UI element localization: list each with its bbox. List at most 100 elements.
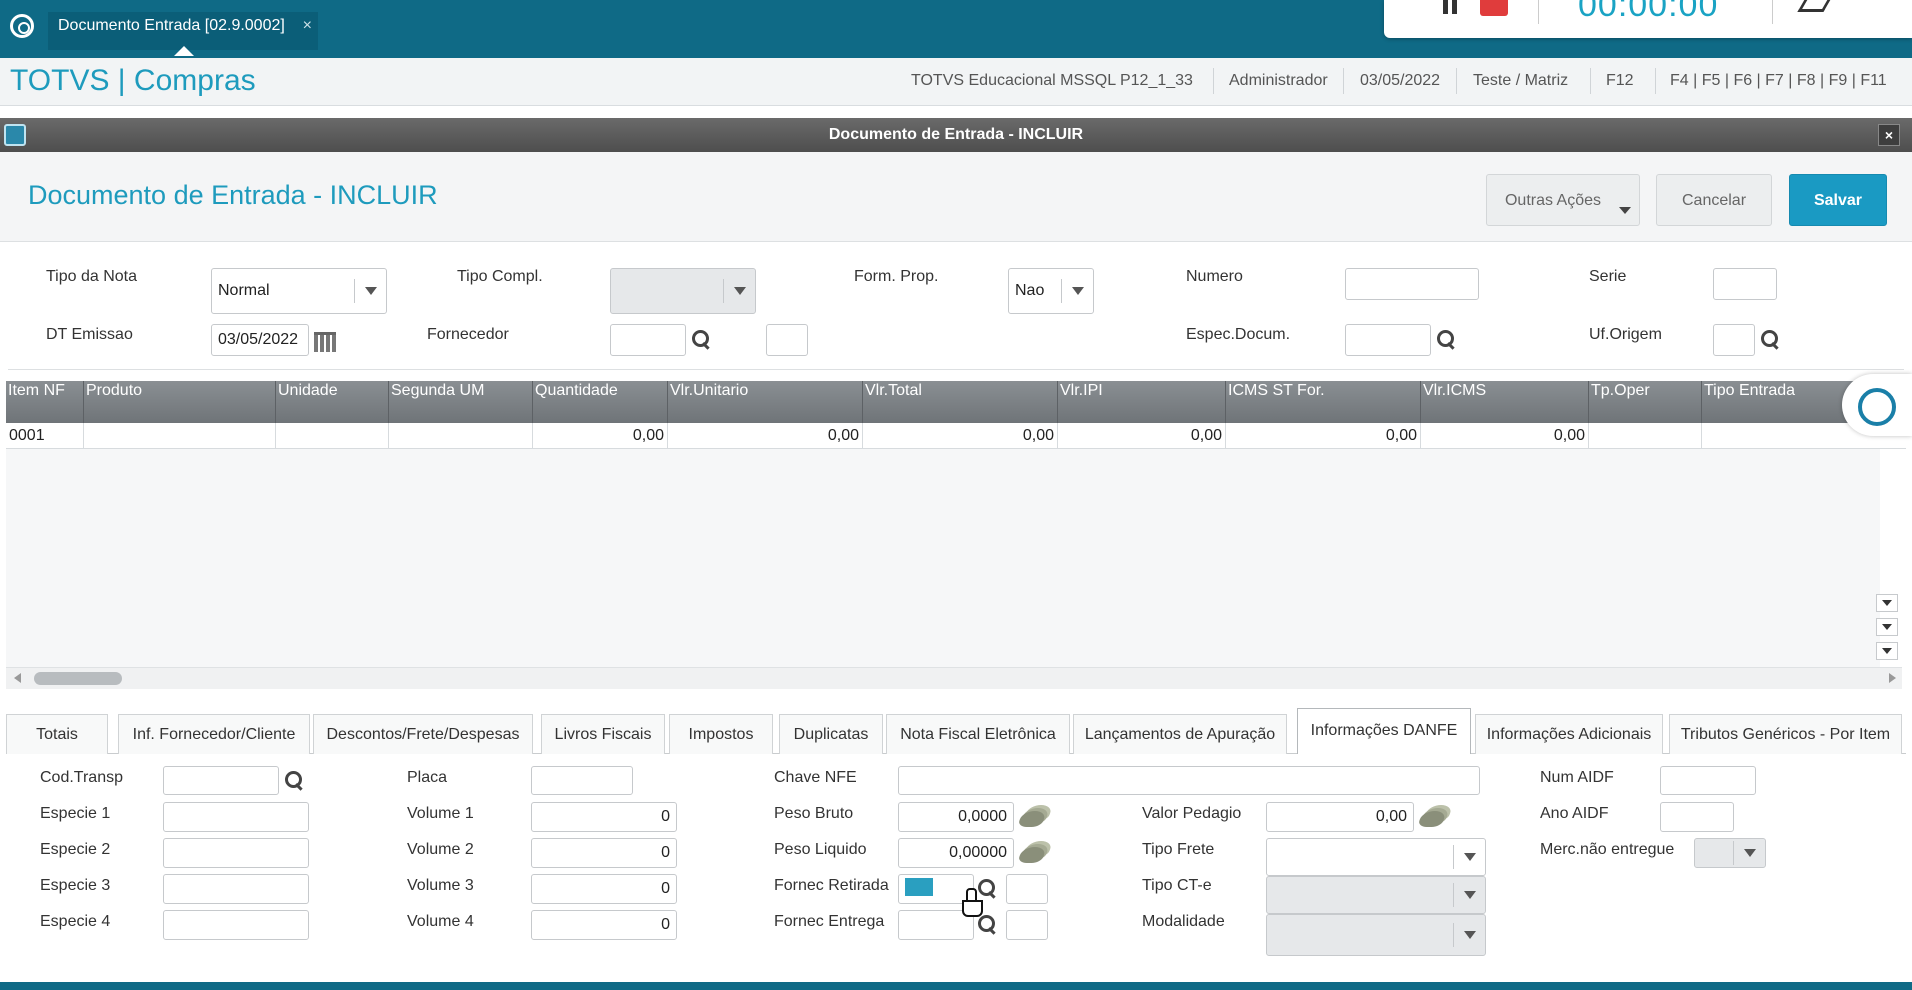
cell-unidade[interactable] — [276, 423, 389, 449]
cell-segunda-um[interactable] — [389, 423, 533, 449]
fornec-entrega-loja-input[interactable] — [1006, 910, 1048, 940]
ano-aidf-input[interactable] — [1660, 802, 1734, 832]
search-icon[interactable] — [1760, 329, 1782, 351]
close-dialog-button[interactable]: × — [1878, 124, 1900, 146]
tab-informacoes-danfe[interactable]: Informações DANFE — [1297, 708, 1471, 755]
dt-emissao-input[interactable]: 03/05/2022 — [211, 324, 309, 356]
serie-input[interactable] — [1713, 268, 1777, 300]
cell-item-nf[interactable]: 0001 — [6, 423, 84, 449]
tab-nfe[interactable]: Nota Fiscal Eletrônica — [886, 714, 1070, 754]
placa-input[interactable] — [531, 766, 633, 795]
chave-nfe-input[interactable] — [898, 766, 1480, 795]
volume2-input[interactable]: 0 — [531, 838, 677, 868]
especie3-input[interactable] — [163, 874, 309, 904]
cell-quantidade[interactable]: 0,00 — [533, 423, 668, 449]
close-tab-icon[interactable]: × — [303, 12, 312, 40]
column-header[interactable]: Quantidade — [533, 381, 668, 423]
tab-impostos[interactable]: Impostos — [669, 714, 773, 754]
especie4-input[interactable] — [163, 910, 309, 940]
scrollbar-thumb[interactable] — [34, 672, 122, 685]
calendar-icon[interactable] — [314, 332, 336, 352]
cell-tipo-entrada[interactable] — [1702, 423, 1876, 449]
save-button[interactable]: Salvar — [1789, 174, 1887, 226]
help-key[interactable]: F12 — [1606, 72, 1634, 90]
tab-duplicatas[interactable]: Duplicatas — [779, 714, 883, 754]
search-icon[interactable] — [977, 878, 999, 900]
tipo-frete-select[interactable] — [1266, 838, 1486, 876]
volume3-input[interactable]: 0 — [531, 874, 677, 904]
volume1-input[interactable]: 0 — [531, 802, 677, 832]
fornecedor-input[interactable] — [610, 324, 686, 356]
tab-tributos-genericos[interactable]: Tributos Genéricos - Por Item — [1669, 714, 1902, 754]
search-icon[interactable] — [1436, 329, 1458, 351]
column-header[interactable]: Tp.Oper — [1589, 381, 1702, 423]
column-header[interactable]: Vlr.ICMS — [1421, 381, 1589, 423]
search-icon[interactable] — [977, 914, 999, 936]
fornecedor-loja-input[interactable] — [766, 324, 808, 356]
scroll-left-icon[interactable] — [14, 673, 21, 683]
date-label[interactable]: 03/05/2022 — [1360, 72, 1440, 90]
chevron-down-icon — [1453, 883, 1485, 907]
espec-docum-input[interactable] — [1345, 324, 1431, 356]
column-header[interactable]: Item NF — [6, 381, 84, 423]
cell-icms-st[interactable]: 0,00 — [1226, 423, 1421, 449]
shortcut-keys[interactable]: F4 | F5 | F6 | F7 | F8 | F9 | F11 — [1670, 72, 1887, 90]
tab-informacoes-adicionais[interactable]: Informações Adicionais — [1475, 714, 1663, 754]
search-icon[interactable] — [284, 770, 306, 792]
cell-produto[interactable] — [84, 423, 276, 449]
cell-vlr-unitario[interactable]: 0,00 — [668, 423, 863, 449]
screen-recorder-widget: 00:00:00 — [1384, 0, 1912, 38]
cell-vlr-icms[interactable]: 0,00 — [1421, 423, 1589, 449]
chevron-down-icon — [1619, 207, 1631, 214]
numero-input[interactable] — [1345, 268, 1479, 300]
form-prop-select[interactable]: Nao — [1008, 268, 1094, 314]
tab-descontos[interactable]: Descontos/Frete/Despesas — [313, 714, 533, 754]
horizontal-scrollbar[interactable] — [6, 667, 1902, 689]
chat-assistant-icon[interactable] — [1842, 374, 1912, 436]
cell-vlr-ipi[interactable]: 0,00 — [1058, 423, 1226, 449]
pause-icon[interactable] — [1440, 0, 1460, 14]
especie1-input[interactable] — [163, 802, 309, 832]
column-header[interactable]: Vlr.IPI — [1058, 381, 1226, 423]
scroll-bottom-button[interactable] — [1876, 642, 1898, 660]
peso-liquido-input[interactable]: 0,00000 — [898, 838, 1014, 868]
column-header[interactable]: Produto — [84, 381, 276, 423]
column-header[interactable]: Vlr.Total — [863, 381, 1058, 423]
merc-nao-entregue-label: Merc.não entregue — [1540, 841, 1675, 858]
tab-lancamentos[interactable]: Lançamentos de Apuração — [1073, 714, 1287, 754]
peso-bruto-input[interactable]: 0,0000 — [898, 802, 1014, 832]
scroll-right-icon[interactable] — [1889, 673, 1896, 683]
tab-livros-fiscais[interactable]: Livros Fiscais — [541, 714, 665, 754]
column-header[interactable]: Segunda UM — [389, 381, 533, 423]
search-icon[interactable] — [691, 329, 713, 351]
table-row[interactable]: 0001 0,00 0,00 0,00 0,00 0,00 0,00 — [6, 423, 1906, 449]
column-header[interactable]: Vlr.Unitario — [668, 381, 863, 423]
uf-origem-input[interactable] — [1713, 324, 1755, 356]
column-header[interactable]: ICMS ST For. — [1226, 381, 1421, 423]
fornecedor-label: Fornecedor — [427, 326, 509, 343]
home-icon[interactable] — [10, 14, 34, 38]
user-label[interactable]: Administrador — [1229, 72, 1328, 90]
tab-totais[interactable]: Totais — [6, 714, 108, 754]
other-actions-button[interactable]: Outras Ações — [1486, 174, 1640, 226]
scroll-page-down-button[interactable] — [1876, 618, 1898, 636]
peso-bruto-label: Peso Bruto — [774, 805, 854, 822]
scroll-down-button[interactable] — [1876, 594, 1898, 612]
volume4-input[interactable]: 0 — [531, 910, 677, 940]
cod-transp-input[interactable] — [163, 766, 279, 795]
num-aidf-input[interactable] — [1660, 766, 1756, 795]
chevron-down-icon — [723, 279, 755, 303]
fornec-retirada-loja-input[interactable] — [1006, 874, 1048, 904]
tipo-nota-select[interactable]: Normal — [211, 268, 387, 314]
company-label[interactable]: Teste / Matriz — [1473, 72, 1568, 90]
document-tab[interactable]: Documento Entrada [02.9.0002] × — [48, 12, 318, 50]
valor-pedagio-input[interactable]: 0,00 — [1266, 802, 1414, 832]
column-header[interactable]: Unidade — [276, 381, 389, 423]
cancel-button[interactable]: Cancelar — [1656, 174, 1772, 226]
especie2-input[interactable] — [163, 838, 309, 868]
tab-inf-fornecedor[interactable]: Inf. Fornecedor/Cliente — [118, 714, 310, 754]
cell-vlr-total[interactable]: 0,00 — [863, 423, 1058, 449]
pen-icon[interactable] — [1797, 0, 1833, 12]
cell-tp-oper[interactable] — [1589, 423, 1702, 449]
stop-icon[interactable] — [1480, 0, 1508, 16]
